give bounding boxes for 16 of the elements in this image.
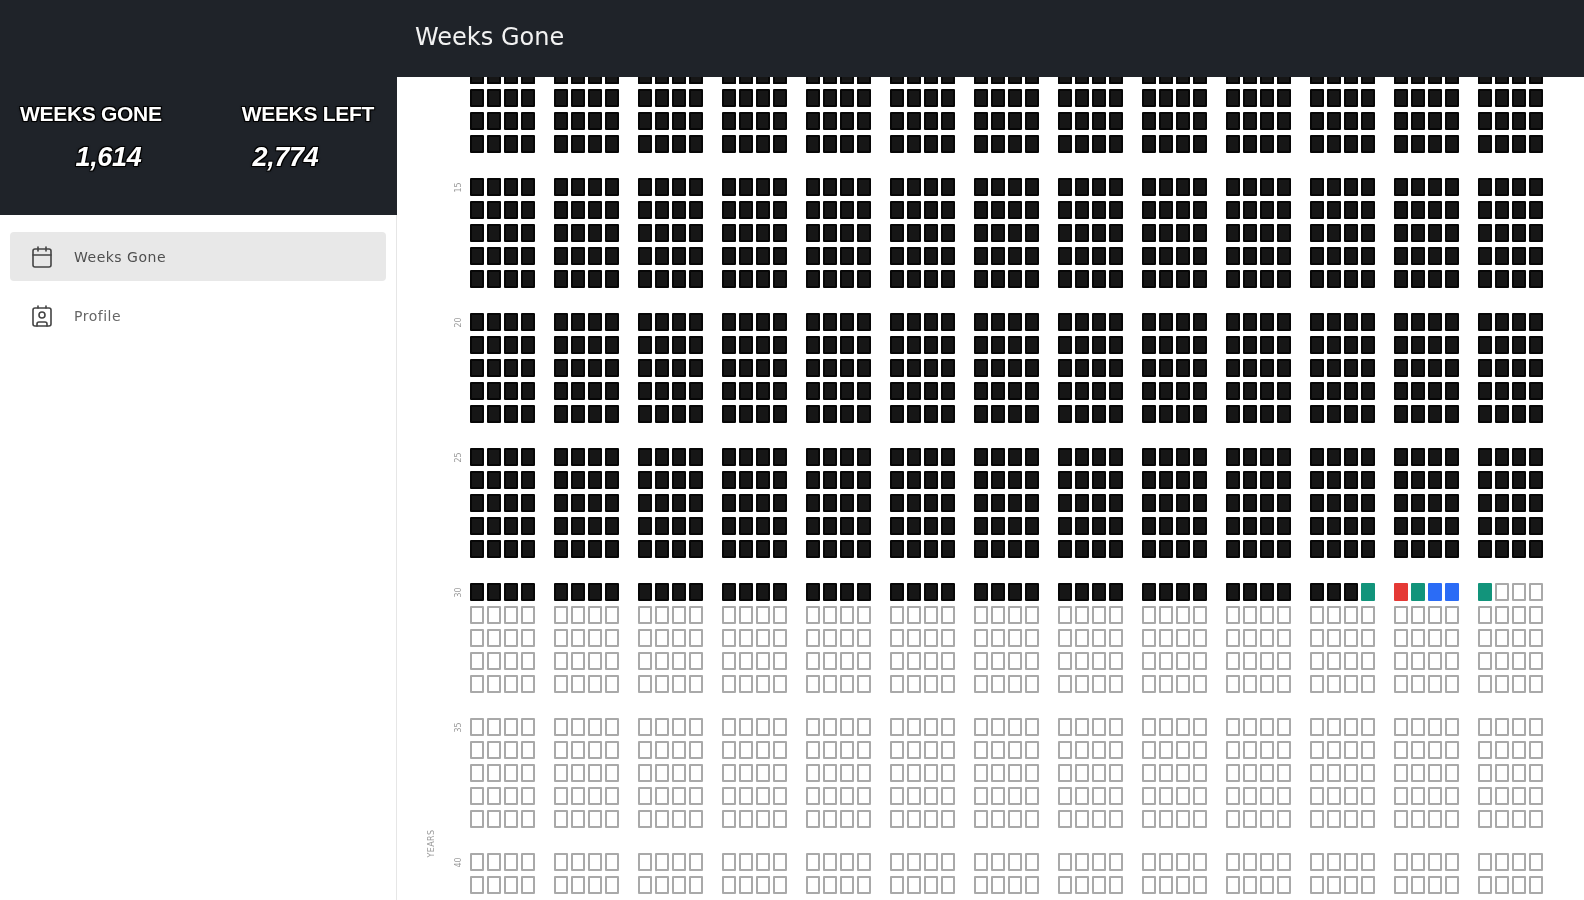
year-label: 25	[453, 451, 463, 463]
page-title: Weeks Gone	[415, 22, 565, 51]
nav-item[interactable]: Profile	[10, 291, 386, 340]
year-label: 15	[453, 181, 463, 193]
year-label: 30	[453, 586, 463, 598]
contact-card-icon	[30, 303, 54, 328]
stat-value: 2,774	[252, 142, 319, 172]
axis-label: YEARS	[426, 828, 436, 858]
stat-label: WEEKS LEFT	[241, 103, 374, 125]
year-label: 20	[453, 316, 463, 328]
nav-item[interactable]: Weeks Gone	[10, 232, 386, 281]
calendar-icon	[30, 244, 54, 269]
stat-label: WEEKS GONE	[20, 103, 162, 125]
stat-value: 1,614	[75, 142, 142, 172]
year-label: 35	[453, 721, 463, 733]
year-label: 40	[453, 856, 463, 868]
